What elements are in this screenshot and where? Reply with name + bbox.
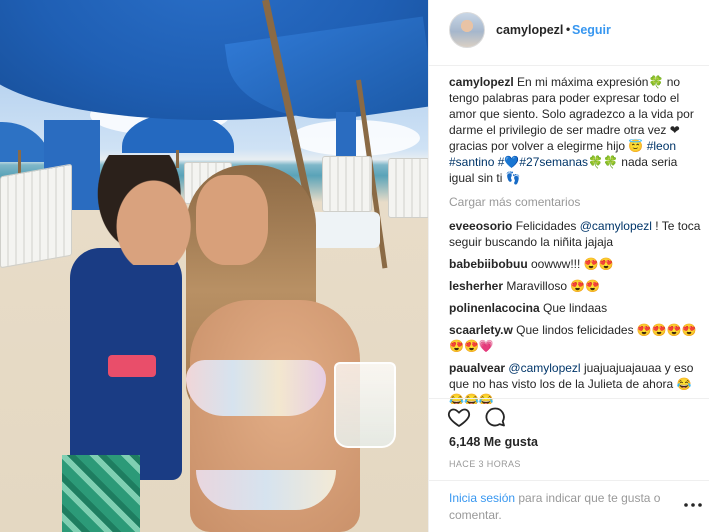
post-caption: camylopezl En mi máxima expresión🍀 no te…	[449, 74, 701, 186]
post-sidebar: camylopezl • Seguir camylopezl En mi máx…	[428, 0, 709, 532]
comment-username[interactable]: scaarlety.w	[449, 323, 513, 337]
post-header: camylopezl • Seguir	[429, 0, 709, 66]
comment-icon[interactable]	[483, 405, 507, 429]
comment-text: Que lindos felicidades	[516, 323, 637, 337]
comment-username[interactable]: polinenlacocina	[449, 301, 540, 315]
comment-item: lesherher Maravilloso 😍😍	[449, 278, 701, 294]
more-options-icon[interactable]	[683, 501, 703, 509]
login-prompt: Inicia sesión para indicar que te gusta …	[429, 480, 709, 532]
post-timestamp[interactable]: HACE 3 HORAS	[449, 459, 521, 469]
mention-link[interactable]: @camylopezl	[508, 361, 580, 375]
likes-count[interactable]: 6,148 Me gusta	[449, 435, 538, 449]
child-head	[96, 155, 192, 265]
comment-item: babebiibobuu oowww!!! 😍😍	[449, 256, 701, 272]
hashtag-link[interactable]: #santino	[449, 155, 494, 169]
comment-emoji: 😍😍	[583, 257, 614, 271]
hashtag-link[interactable]: #💙	[498, 155, 520, 169]
comment-emoji: 😍😍	[570, 279, 601, 293]
comment-text: Felicidades	[515, 219, 580, 233]
comment-text: Que lindaas	[543, 301, 608, 315]
child-sleeve	[108, 355, 156, 377]
comment-item: polinenlacocina Que lindaas	[449, 300, 701, 316]
avatar[interactable]	[449, 12, 485, 48]
caption-username[interactable]: camylopezl	[449, 75, 514, 89]
comment-item: eveeosorio Felicidades @camylopezl ! Te …	[449, 218, 701, 250]
caption-text: gracias por volver a elegirme hijo	[449, 139, 629, 153]
bikini-bottom	[196, 470, 336, 510]
woman-face	[196, 175, 268, 265]
bikini-top	[186, 360, 326, 416]
beach-chair	[0, 163, 72, 269]
mention-link[interactable]: @camylopezl	[580, 219, 652, 233]
caption-text: En mi máxima expresión	[517, 75, 649, 89]
beach-umbrella	[0, 122, 50, 162]
comment-item: scaarlety.w Que lindos felicidades 😍😍😍😍😍…	[449, 322, 701, 354]
clover-emoji: 🍀	[648, 75, 664, 89]
heart-emoji: ❤	[669, 123, 680, 137]
angel-emoji: 😇	[628, 139, 644, 153]
footprints-emoji: 👣	[505, 171, 521, 185]
action-bar	[429, 398, 709, 434]
header-username[interactable]: camylopezl	[496, 23, 563, 37]
login-link[interactable]: Inicia sesión	[449, 491, 515, 505]
child-shorts	[62, 455, 140, 532]
follow-button[interactable]: Seguir	[572, 23, 611, 37]
clover-emoji: 🍀🍀	[588, 155, 618, 169]
hashtag-link[interactable]: #leon	[647, 139, 676, 153]
header-separator: •	[566, 22, 571, 36]
heart-icon[interactable]	[447, 405, 471, 429]
comment-username[interactable]: babebiibobuu	[449, 257, 528, 271]
beach-chair	[322, 156, 372, 212]
comment-username[interactable]: eveeosorio	[449, 219, 512, 233]
load-more-comments-button[interactable]: Cargar más comentarios	[449, 194, 701, 210]
comment-username[interactable]: paualvear	[449, 361, 505, 375]
post-photo[interactable]	[0, 0, 428, 532]
beach-chair	[388, 158, 428, 218]
hashtag-link[interactable]: #27semanas	[519, 155, 588, 169]
comment-text: oowww!!!	[531, 257, 584, 271]
beach-umbrella	[336, 112, 356, 156]
comment-text: Maravilloso	[506, 279, 571, 293]
comment-username[interactable]: lesherher	[449, 279, 503, 293]
comments-list: camylopezl En mi máxima expresión🍀 no te…	[449, 74, 701, 404]
plastic-cup	[334, 362, 396, 448]
